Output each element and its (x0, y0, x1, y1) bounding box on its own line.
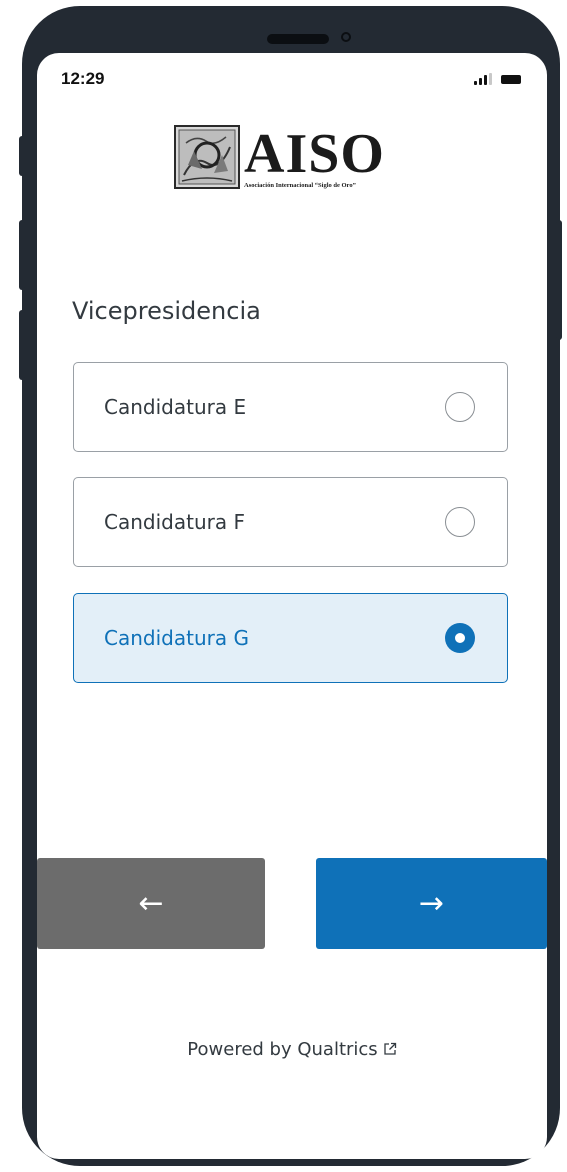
next-button[interactable]: → (316, 858, 547, 949)
logo-wordmark: AISO (244, 123, 385, 185)
option-candidatura-g[interactable]: Candidatura G (73, 593, 508, 683)
option-candidatura-e[interactable]: Candidatura E (73, 362, 508, 452)
option-candidatura-f[interactable]: Candidatura F (73, 477, 508, 567)
arrow-left-icon: ← (138, 886, 164, 921)
battery-icon (501, 75, 521, 84)
phone-screen: 12:29 AISO Asociación Internacional “Sig… (37, 53, 547, 1159)
emblem-icon (174, 125, 240, 189)
volume-up-button (19, 220, 25, 290)
logo-subtitle: Asociación Internacional “Siglo de Oro” (244, 182, 356, 189)
powered-by-text[interactable]: Powered by Qualtrics (187, 1039, 377, 1060)
radio-unselected-icon[interactable] (445, 507, 475, 537)
volume-down-button (19, 310, 25, 380)
radio-unselected-icon[interactable] (445, 392, 475, 422)
power-button (556, 220, 562, 340)
logo-text: AISO Asociación Internacional “Siglo de … (244, 123, 385, 189)
signal-icon (474, 73, 492, 85)
option-label: Candidatura F (104, 510, 245, 534)
option-label: Candidatura E (104, 395, 247, 419)
option-label: Candidatura G (104, 626, 249, 650)
external-link-icon[interactable] (383, 1042, 397, 1056)
aiso-logo: AISO Asociación Internacional “Siglo de … (174, 123, 385, 189)
status-time: 12:29 (61, 69, 105, 88)
back-button[interactable]: ← (37, 858, 265, 949)
powered-by-footer[interactable]: Powered by Qualtrics (37, 1039, 547, 1060)
radio-selected-icon[interactable] (445, 623, 475, 653)
silent-switch (19, 136, 25, 176)
speaker-grille (267, 34, 329, 44)
front-camera (341, 32, 351, 42)
question-title: Vicepresidencia (72, 297, 261, 325)
status-icons (474, 73, 521, 85)
arrow-right-icon: → (418, 886, 445, 921)
